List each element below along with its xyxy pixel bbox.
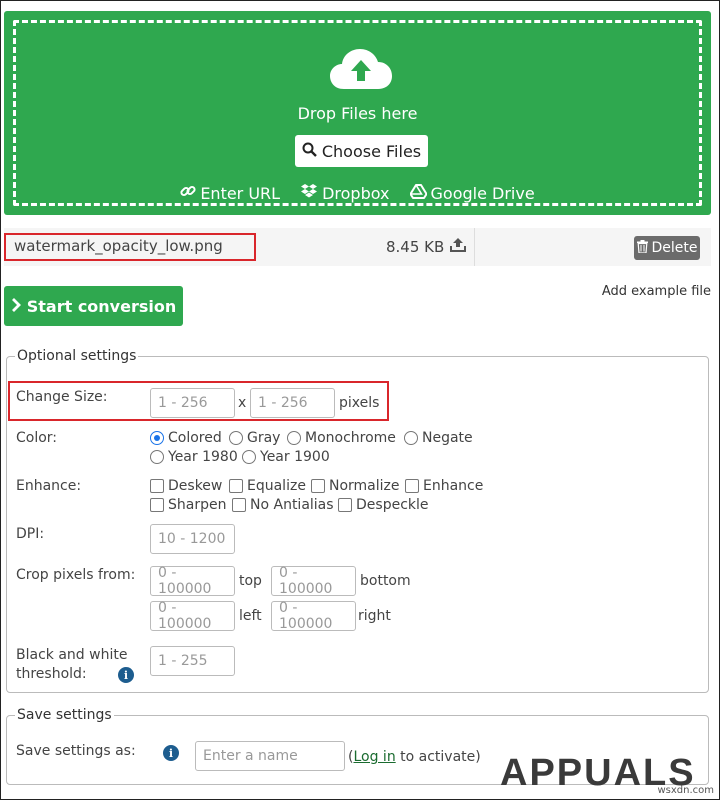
chevron-right-icon <box>11 297 21 316</box>
radio-icon <box>404 431 418 445</box>
pixels-unit: pixels <box>339 395 380 411</box>
save-settings-label: Save settings as: <box>16 743 136 759</box>
checkbox-icon <box>150 498 164 512</box>
color-year1900-radio[interactable]: Year 1900 <box>242 449 330 465</box>
dpi-label: DPI: <box>16 526 45 542</box>
color-negate-radio[interactable]: Negate <box>404 430 473 446</box>
color-option-label: Gray <box>247 430 281 446</box>
enhance-equalize-checkbox[interactable]: Equalize <box>229 478 306 494</box>
threshold-info-icon[interactable]: i <box>118 667 134 683</box>
activate-text: to activate) <box>400 749 481 765</box>
color-monochrome-radio[interactable]: Monochrome <box>287 430 396 446</box>
login-link[interactable]: Log in <box>353 749 395 765</box>
checkbox-icon <box>232 498 246 512</box>
login-hint: (Log in to activate) <box>348 749 481 765</box>
radio-icon <box>242 450 256 464</box>
choose-files-button[interactable]: Choose Files <box>295 135 428 167</box>
enhance-despeckle-checkbox[interactable]: Despeckle <box>338 497 429 513</box>
cloud-upload-icon <box>330 49 392 95</box>
threshold-label-line1: Black and white <box>16 647 128 663</box>
enhance-option-label: Normalize <box>329 478 400 494</box>
choose-files-label: Choose Files <box>321 141 422 161</box>
height-input[interactable]: 1 - 256 <box>250 388 335 418</box>
upload-done-icon <box>450 237 467 256</box>
width-input[interactable]: 1 - 256 <box>150 388 235 418</box>
enhance-normalize-checkbox[interactable]: Normalize <box>311 478 400 494</box>
crop-label: Crop pixels from: <box>16 567 136 583</box>
drop-files-text: Drop Files here <box>297 104 418 123</box>
delete-file-button[interactable]: Delete <box>634 236 700 260</box>
threshold-input[interactable]: 1 - 255 <box>150 646 235 676</box>
color-year1980-radio[interactable]: Year 1980 <box>150 449 238 465</box>
color-option-label: Colored <box>168 430 222 446</box>
checkbox-icon <box>311 479 325 493</box>
add-example-file-link[interactable]: Add example file <box>602 284 711 299</box>
file-name-highlight <box>4 233 256 261</box>
enhance-enhance-checkbox[interactable]: Enhance <box>405 478 483 494</box>
save-name-input[interactable]: Enter a name <box>195 741 345 771</box>
save-settings-legend: Save settings <box>15 707 114 723</box>
enter-url-label: Enter URL <box>200 183 281 203</box>
color-gray-radio[interactable]: Gray <box>229 430 280 446</box>
dpi-input[interactable]: 10 - 1200 <box>150 524 235 554</box>
checkbox-icon <box>150 479 164 493</box>
enhance-no-antialias-checkbox[interactable]: No Antialias <box>232 497 334 513</box>
crop-top-input[interactable]: 0 - 100000 <box>150 565 235 597</box>
change-size-label: Change Size: <box>16 389 108 405</box>
color-option-label: Monochrome <box>305 430 396 446</box>
crop-top-label: top <box>239 573 262 589</box>
checkbox-icon <box>229 479 243 493</box>
start-conversion-button[interactable]: Start conversion <box>4 286 183 326</box>
checkbox-icon <box>338 498 352 512</box>
color-option-label: Negate <box>422 430 473 446</box>
enhance-option-label: Sharpen <box>168 497 227 513</box>
save-info-icon[interactable]: i <box>163 745 179 761</box>
enhance-option-label: Equalize <box>247 478 306 494</box>
radio-icon <box>150 450 164 464</box>
google-drive-icon <box>409 183 428 203</box>
file-size-group: 8.45 KB <box>386 237 467 256</box>
threshold-label-line2: threshold: <box>16 666 87 682</box>
google-drive-label: Google Drive <box>430 183 535 203</box>
file-size: 8.45 KB <box>386 237 445 256</box>
crop-left-label: left <box>239 608 262 624</box>
color-option-label: Year 1980 <box>168 449 238 465</box>
dropbox-icon <box>300 183 318 203</box>
source-links: Enter URL Dropbox Google Drive <box>4 183 711 203</box>
start-conversion-label: Start conversion <box>26 296 177 316</box>
dropbox-label: Dropbox <box>322 183 390 203</box>
crop-right-input[interactable]: 0 - 100000 <box>271 600 356 632</box>
enter-url-link[interactable]: Enter URL <box>180 183 280 203</box>
drop-zone[interactable]: Drop Files here Choose Files Enter URL D… <box>4 11 711 215</box>
checkbox-icon <box>405 479 419 493</box>
crop-left-input[interactable]: 0 - 100000 <box>150 600 235 632</box>
delete-label: Delete <box>651 240 698 256</box>
crop-bottom-label: bottom <box>360 573 411 589</box>
search-icon <box>302 142 317 161</box>
dropbox-link[interactable]: Dropbox <box>300 183 390 203</box>
enhance-label: Enhance: <box>16 478 82 494</box>
crop-right-label: right <box>358 608 391 624</box>
optional-settings-legend: Optional settings <box>15 348 139 364</box>
google-drive-link[interactable]: Google Drive <box>409 183 535 203</box>
color-option-label: Year 1900 <box>260 449 330 465</box>
file-row-divider <box>474 228 475 266</box>
radio-icon <box>229 431 243 445</box>
radio-selected-icon <box>150 431 164 445</box>
enhance-sharpen-checkbox[interactable]: Sharpen <box>150 497 226 513</box>
enhance-option-label: Deskew <box>168 478 223 494</box>
enhance-deskew-checkbox[interactable]: Deskew <box>150 478 222 494</box>
enhance-option-label: No Antialias <box>250 497 334 513</box>
color-colored-radio[interactable]: Colored <box>150 430 222 446</box>
radio-icon <box>287 431 301 445</box>
enhance-option-label: Despeckle <box>356 497 429 513</box>
color-label: Color: <box>16 430 58 446</box>
link-icon <box>180 183 196 203</box>
enhance-option-label: Enhance <box>423 478 484 494</box>
size-separator: x <box>238 395 247 411</box>
trash-icon <box>636 239 648 257</box>
crop-bottom-input[interactable]: 0 - 100000 <box>271 565 356 597</box>
site-watermark: wsxdn.com <box>657 785 714 796</box>
